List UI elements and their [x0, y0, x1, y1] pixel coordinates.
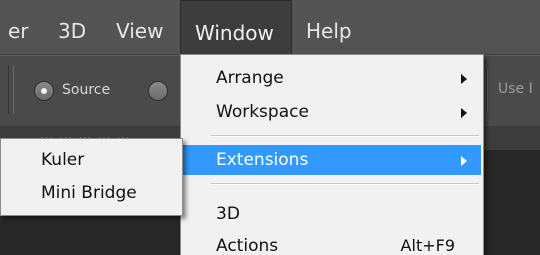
destination-radio[interactable]: [148, 81, 168, 101]
menu-item-arrange[interactable]: Arrange: [183, 63, 481, 93]
menu-item-extensions[interactable]: Extensions: [183, 145, 481, 175]
menu-item-label: Extensions: [216, 150, 309, 170]
menu-help[interactable]: Help: [296, 0, 362, 43]
menu-item-3d[interactable]: 3D: [183, 199, 481, 229]
options-divider: [486, 68, 488, 112]
source-radio[interactable]: [34, 81, 54, 101]
submenu-item-kuler[interactable]: Kuler: [1, 145, 182, 175]
source-label: Source: [62, 82, 111, 98]
submenu-item-mini-bridge[interactable]: Mini Bridge: [1, 178, 182, 208]
menu-separator: [211, 183, 479, 185]
menu-window[interactable]: Window: [180, 0, 292, 54]
window-menu-dropdown: Arrange Workspace Extensions 3D Actions …: [180, 54, 484, 255]
menu-3d[interactable]: 3D: [48, 0, 96, 43]
menu-item-label: Workspace: [216, 102, 309, 122]
menu-separator: [211, 135, 479, 137]
extensions-submenu: Kuler Mini Bridge: [0, 138, 183, 216]
photoshop-window: er 3D View Window Help Source Use I … … …: [0, 0, 540, 255]
submenu-arrow-icon: [461, 108, 467, 118]
menu-filter[interactable]: er: [0, 0, 39, 43]
menu-item-actions[interactable]: Actions Alt+F9: [183, 231, 481, 255]
menu-item-label: Arrange: [216, 68, 284, 88]
use-option-label[interactable]: Use I: [498, 81, 533, 97]
menu-item-label: 3D: [216, 204, 240, 224]
menu-item-shortcut: Alt+F9: [400, 236, 455, 255]
submenu-arrow-icon: [461, 156, 467, 166]
menu-item-label: Actions: [216, 236, 279, 255]
submenu-arrow-icon: [461, 74, 467, 84]
menu-view[interactable]: View: [106, 0, 173, 43]
menu-bar: er 3D View Window Help: [0, 0, 540, 55]
options-bar-grip[interactable]: [8, 66, 14, 114]
menu-item-workspace[interactable]: Workspace: [183, 97, 481, 127]
